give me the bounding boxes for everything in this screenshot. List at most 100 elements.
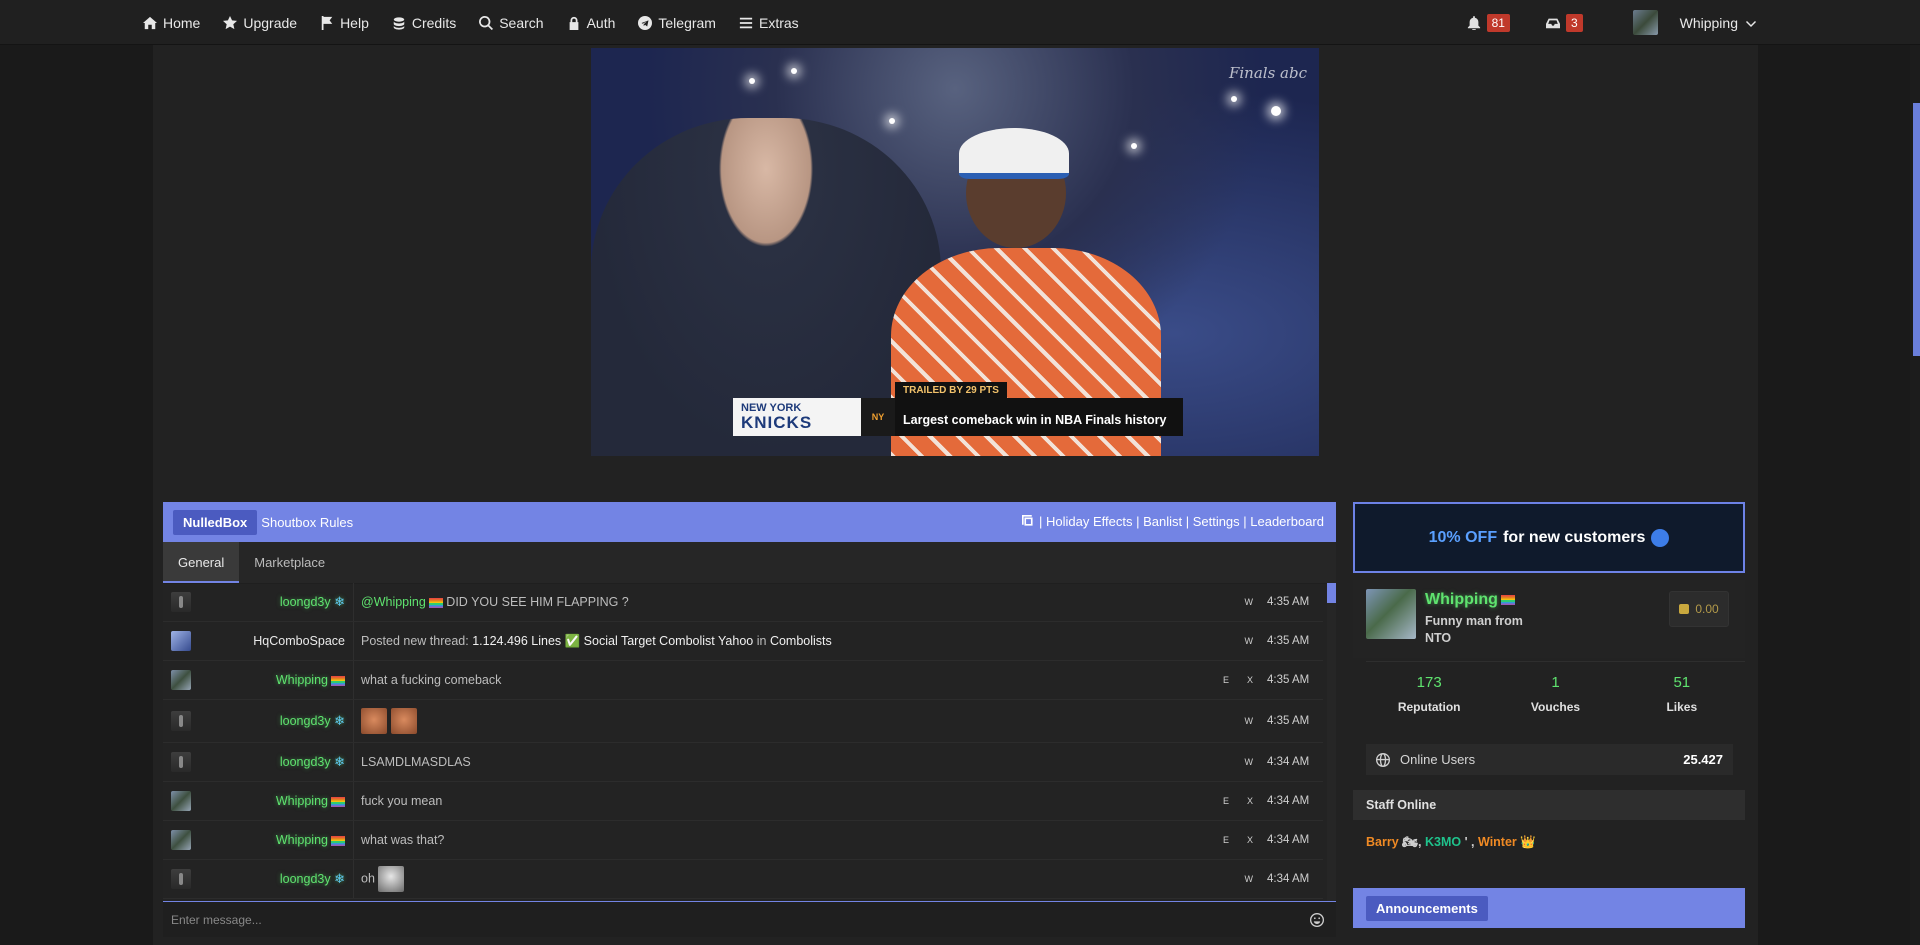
shoutbox: NulledBox Shoutbox Rules | Holiday Effec… [163, 502, 1336, 937]
tab-general[interactable]: General [163, 542, 240, 583]
user-menu[interactable]: Whipping [1632, 10, 1756, 35]
message-actions[interactable]: W [1245, 716, 1254, 726]
nav-telegram-label: Telegram [658, 14, 716, 31]
telegram-icon [638, 15, 653, 30]
rainbow-flag-icon [1500, 594, 1515, 605]
message-username[interactable]: Whipping [191, 673, 353, 687]
message-text: Posted new thread: 1.124.496 Lines ✅ Soc… [361, 633, 832, 648]
avatar[interactable] [171, 631, 191, 651]
nav-search[interactable]: Search [479, 15, 544, 31]
message-username[interactable]: loongd3y ❄ [191, 754, 353, 770]
avatar[interactable] [1366, 589, 1416, 639]
staff-online-heading: Staff Online [1353, 790, 1745, 820]
caption-text: Largest comeback win in NBA Finals histo… [903, 413, 1167, 427]
caption-tag: TRAILED BY 29 PTS [895, 382, 1007, 399]
snowflake-icon: ❄ [334, 871, 345, 886]
announcements-panel: Announcements [1353, 888, 1745, 928]
message-username[interactable]: loongd3y ❄ [191, 713, 353, 729]
nav-auth[interactable]: Auth [567, 15, 615, 31]
message-input-bar [163, 901, 1336, 937]
stat-value: 51 [1673, 674, 1691, 691]
inbox-button[interactable]: 3 [1545, 13, 1583, 32]
message-username[interactable]: loongd3y ❄ [191, 594, 353, 610]
message-time: 4:34 AM [1267, 756, 1310, 768]
stat-likes[interactable]: 51 Likes [1619, 662, 1745, 726]
stat-value: 173 [1416, 674, 1442, 691]
promo-banner[interactable]: 10% OFF for new customers [1353, 502, 1745, 573]
message-actions[interactable]: EX [1223, 796, 1253, 806]
online-users-row[interactable]: Online Users 25.427 [1366, 744, 1733, 775]
staff-member[interactable]: Barry [1366, 835, 1399, 849]
avatar[interactable] [171, 830, 191, 850]
avatar[interactable] [171, 711, 191, 731]
profile-username[interactable]: Whipping [1425, 591, 1515, 609]
nav-credits[interactable]: Credits [392, 15, 456, 31]
shoutbox-links-text[interactable]: | Holiday Effects | Banlist | Settings |… [1039, 514, 1324, 529]
popout-icon[interactable] [1022, 515, 1035, 528]
tab-marketplace[interactable]: Marketplace [239, 542, 340, 583]
avatar[interactable] [171, 752, 191, 772]
team-logo-icon: NY [861, 398, 895, 436]
rainbow-flag-icon [428, 597, 443, 608]
staff-member[interactable]: K3MO [1425, 835, 1461, 849]
message-actions[interactable]: W [1245, 597, 1254, 607]
nav-user-area: 81 3 Whipping [1467, 0, 1756, 45]
emote-image [361, 708, 387, 734]
message-input[interactable] [163, 911, 1310, 928]
page-scrollbar-thumb[interactable] [1913, 103, 1920, 356]
shoutbox-scrollbar[interactable] [1327, 583, 1336, 901]
nav-help[interactable]: Help [320, 15, 369, 31]
rainbow-flag-icon [331, 835, 345, 846]
nav-telegram[interactable]: Telegram [638, 15, 716, 31]
emoji-icon[interactable] [1310, 912, 1324, 927]
forum-link[interactable]: Combolists [770, 634, 832, 648]
credits-balance[interactable]: 0.00 [1669, 591, 1729, 627]
message-actions[interactable]: EX [1223, 835, 1253, 845]
promo-highlight: 10% OFF [1428, 528, 1498, 546]
staff-badge-icon: 👑 [1520, 835, 1536, 849]
thread-link[interactable]: 1.124.496 Lines ✅ Social Target Combolis… [472, 634, 753, 648]
inbox-icon [1545, 18, 1560, 28]
nav-extras[interactable]: Extras [739, 15, 799, 31]
message-username[interactable]: Whipping [191, 833, 353, 847]
inbox-count-badge: 3 [1565, 13, 1583, 32]
video-player[interactable]: Finals abc NEW YORK KNICKS NY TRAILED BY… [591, 48, 1319, 456]
shoutbox-brand[interactable]: NulledBox [173, 509, 258, 535]
score-lower-third: NEW YORK KNICKS NY TRAILED BY 29 PTS Lar… [733, 382, 1183, 436]
avatar[interactable] [171, 869, 191, 889]
shoutbox-links[interactable]: | Holiday Effects | Banlist | Settings |… [1022, 514, 1324, 529]
message-actions[interactable]: W [1245, 757, 1254, 767]
message-username[interactable]: Whipping [191, 794, 353, 808]
stat-vouches[interactable]: 1 Vouches [1492, 662, 1618, 726]
message-text [354, 708, 1245, 734]
avatar[interactable] [171, 592, 191, 612]
staff-badge-icon: 🏍 [1402, 835, 1419, 849]
snowflake-icon: ❄ [334, 754, 345, 769]
staff-member[interactable]: Winter [1478, 835, 1517, 849]
message-username[interactable]: HqComboSpace [191, 634, 353, 648]
snowflake-icon: ❄ [334, 594, 345, 609]
message-username[interactable]: loongd3y ❄ [191, 871, 353, 887]
message-actions[interactable]: W [1245, 874, 1254, 884]
flag-icon [321, 15, 333, 30]
nav-upgrade[interactable]: Upgrade [223, 15, 297, 31]
stat-value: 1 [1551, 674, 1560, 691]
message-actions[interactable]: EX [1223, 675, 1253, 685]
nav-credits-label: Credits [411, 14, 457, 31]
notifications-button[interactable]: 81 [1467, 13, 1510, 32]
list-item: loongd3y ❄ @Whipping DID YOU SEE HIM FLA… [163, 583, 1323, 622]
list-item: Whipping what was that? EX 4:34 AM [163, 821, 1323, 860]
stat-reputation[interactable]: 173 Reputation [1366, 662, 1492, 726]
star-icon [223, 15, 238, 29]
list-item: loongd3y ❄ oh W 4:34 AM [163, 860, 1323, 899]
shoutbox-rules-link[interactable]: Shoutbox Rules [261, 515, 353, 530]
avatar[interactable] [171, 670, 191, 690]
announcements-heading[interactable]: Announcements [1366, 896, 1488, 921]
staff-online-list: Barry 🏍, K3MO ' , Winter 👑 [1366, 835, 1536, 849]
nav-home[interactable]: Home [143, 15, 200, 31]
menu-icon [739, 17, 753, 28]
avatar[interactable] [171, 791, 191, 811]
shoutbox-scrollbar-thumb[interactable] [1327, 583, 1336, 603]
message-text: what was that? [361, 833, 445, 847]
message-actions[interactable]: W [1245, 636, 1254, 646]
